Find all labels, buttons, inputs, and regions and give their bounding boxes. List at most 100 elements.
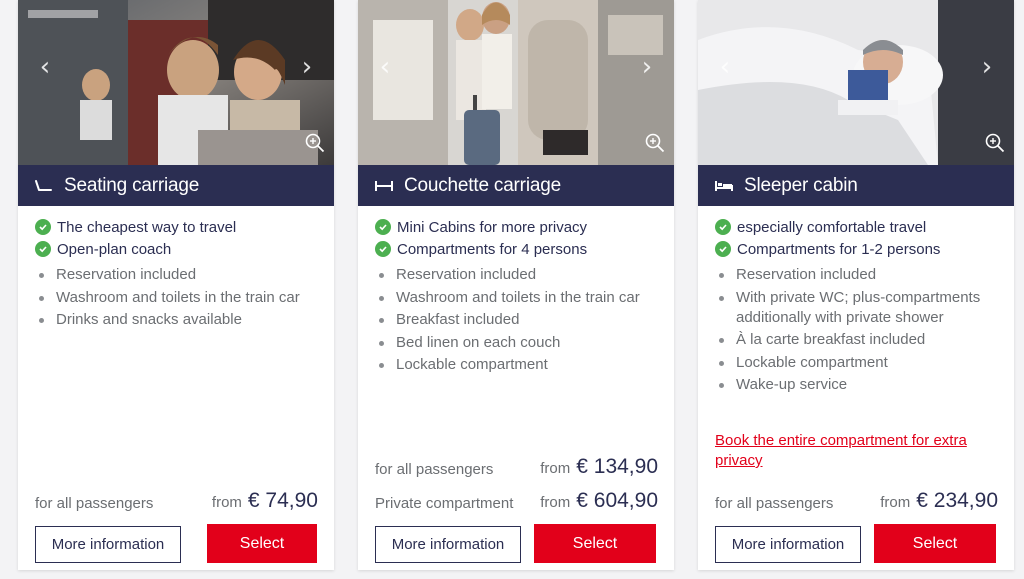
feature-text: Washroom and toilets in the train car: [56, 288, 300, 306]
more-information-button[interactable]: More information: [35, 526, 181, 563]
gallery-prev-button[interactable]: ‹: [28, 50, 62, 84]
highlight-item: Mini Cabins for more privacy: [375, 216, 664, 238]
card-seating-carriage: ‹ › Seating carriage The cheapest way to…: [18, 0, 334, 570]
price-row: for all passengers from € 134,90: [375, 453, 658, 481]
features-list: Reservation included Washroom and toilet…: [39, 265, 324, 333]
card-header: Couchette carriage: [358, 165, 674, 206]
feature-item: Washroom and toilets in the train car: [379, 288, 664, 308]
features-list: Reservation included With private WC; pl…: [719, 265, 1004, 398]
check-icon: [715, 241, 731, 257]
feature-item: With private WC; plus-compartments addit…: [719, 288, 1004, 328]
book-entire-compartment-link[interactable]: Book the entire compartment for extra pr…: [715, 431, 995, 471]
feature-text: Drinks and snacks available: [56, 311, 242, 328]
feature-item: Bed linen on each couch: [379, 333, 664, 353]
bullet-dot: [39, 273, 44, 278]
zoom-icon[interactable]: [984, 132, 1006, 154]
feature-item: Breakfast included: [379, 310, 664, 330]
feature-item: Reservation included: [39, 265, 324, 285]
feature-text: Lockable compartment: [736, 353, 888, 371]
bullet-dot: [719, 360, 724, 366]
feature-item: Reservation included: [379, 265, 664, 285]
feature-text: Wake-up service: [736, 376, 848, 393]
bed-icon: [714, 177, 736, 195]
feature-text: Washroom and toilets in the train car: [396, 288, 640, 306]
feature-text: Reservation included: [396, 266, 537, 283]
bullet-dot: [379, 340, 384, 346]
highlight-text: Mini Cabins for more privacy: [397, 218, 588, 236]
gallery-next-button[interactable]: ›: [290, 50, 324, 84]
feature-item: Drinks and snacks available: [39, 310, 324, 330]
bullet-dot: [719, 338, 724, 343]
highlight-text: The cheapest way to travel: [57, 218, 237, 236]
price-amount: € 134,90: [576, 455, 658, 478]
bullet-dot: [379, 273, 384, 278]
feature-item: Washroom and toilets in the train car: [39, 288, 324, 308]
price-amount: € 604,90: [576, 489, 658, 512]
card-sleeper-cabin: ‹ › Sleeper cabin especially comfortable…: [698, 0, 1014, 570]
check-icon: [715, 219, 731, 235]
features-list: Reservation included Washroom and toilet…: [379, 265, 664, 378]
card-header: Seating carriage: [18, 165, 334, 206]
zoom-icon[interactable]: [644, 132, 666, 154]
feature-text: Reservation included: [56, 266, 197, 283]
seating-photo: [18, 0, 334, 165]
price-row: for all passengers from € 234,90: [715, 487, 998, 515]
card-header: Sleeper cabin: [698, 165, 1014, 206]
feature-item: Lockable compartment: [719, 353, 1004, 373]
feature-text: Reservation included: [736, 266, 877, 283]
feature-text: Breakfast included: [396, 311, 520, 328]
photo-sleeper-cabin: ‹ ›: [698, 0, 1014, 165]
more-information-button[interactable]: More information: [715, 526, 861, 563]
feature-text: Lockable compartment: [396, 356, 548, 373]
bullet-dot: [39, 295, 44, 301]
gallery-next-button[interactable]: ›: [970, 50, 1004, 84]
highlight-item: Compartments for 1-2 persons: [715, 238, 1004, 260]
zoom-icon[interactable]: [304, 132, 326, 154]
highlight-item: especially comfortable travel: [715, 216, 1004, 238]
gallery-prev-button[interactable]: ‹: [368, 50, 402, 84]
feature-text: With private WC; plus-compartments addit…: [736, 288, 981, 326]
feature-item: Wake-up service: [719, 375, 1004, 395]
card-title: Sleeper cabin: [744, 174, 858, 196]
check-icon: [375, 219, 391, 235]
photo-couchette-carriage: ‹ ›: [358, 0, 674, 165]
highlight-text: especially comfortable travel: [737, 218, 927, 236]
check-icon: [35, 219, 51, 235]
bullet-dot: [719, 383, 724, 388]
select-button[interactable]: Select: [207, 524, 317, 563]
more-information-button[interactable]: More information: [375, 526, 521, 563]
price-from: from: [540, 493, 571, 511]
bullet-dot: [719, 273, 724, 278]
feature-item: Reservation included: [719, 265, 1004, 285]
sleeper-photo: [698, 0, 1014, 165]
bullet-dot: [39, 318, 44, 323]
highlight-item: Compartments for 4 persons: [375, 238, 664, 260]
price-amount: € 234,90: [916, 489, 998, 512]
bullet-dot: [379, 318, 384, 323]
feature-item: À la carte breakfast included: [719, 330, 1004, 350]
highlights-list: Mini Cabins for more privacy Compartment…: [375, 216, 664, 260]
price-label: Private compartment: [375, 494, 514, 512]
highlights-list: The cheapest way to travel Open-plan coa…: [35, 216, 324, 260]
gallery-prev-button[interactable]: ‹: [708, 50, 742, 84]
highlights-list: especially comfortable travel Compartmen…: [715, 216, 1004, 260]
feature-text: Bed linen on each couch: [396, 333, 561, 351]
bullet-dot: [379, 295, 384, 301]
price-label: for all passengers: [375, 460, 494, 478]
card-couchette-carriage: ‹ › Couchette carriage Mini Cabins for m…: [358, 0, 674, 570]
select-button[interactable]: Select: [874, 524, 996, 563]
price-from: from: [211, 493, 242, 511]
highlight-text: Compartments for 4 persons: [397, 240, 588, 258]
feature-item: Lockable compartment: [379, 355, 664, 375]
feature-text: À la carte breakfast included: [736, 331, 926, 348]
price-amount: € 74,90: [247, 489, 318, 512]
select-button[interactable]: Select: [534, 524, 656, 563]
price-label: for all passengers: [715, 494, 834, 512]
gallery-next-button[interactable]: ›: [630, 50, 664, 84]
couchette-icon: [374, 177, 396, 195]
highlight-text: Open-plan coach: [57, 240, 172, 258]
photo-seating-carriage: ‹ ›: [18, 0, 334, 165]
highlight-text: Compartments for 1-2 persons: [737, 240, 941, 258]
check-icon: [375, 241, 391, 257]
price-from: from: [880, 493, 911, 511]
